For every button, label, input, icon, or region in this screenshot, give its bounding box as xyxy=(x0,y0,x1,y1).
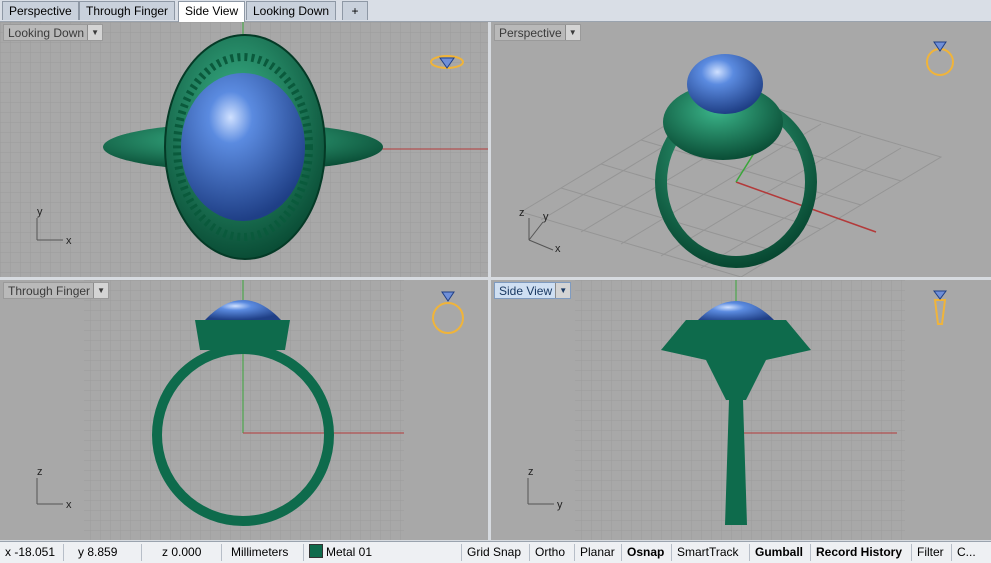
tab-perspective[interactable]: Perspective xyxy=(2,1,79,20)
grid-snap-toggle[interactable]: Grid Snap xyxy=(462,544,530,561)
viewport-canvas[interactable]: z x xyxy=(0,280,488,540)
planar-toggle[interactable]: Planar xyxy=(575,544,622,561)
viewport-side-view[interactable]: z y Side View ▼ xyxy=(491,280,991,540)
viewport-title-side-view[interactable]: Side View ▼ xyxy=(494,282,572,299)
axis-label-x: x xyxy=(66,499,72,511)
dropdown-arrow-icon[interactable]: ▼ xyxy=(564,25,580,40)
layer-color-swatch xyxy=(309,544,323,558)
layer-name: Metal 01 xyxy=(326,545,373,559)
viewport-tab-bar: Perspective Through Finger Side View Loo… xyxy=(0,0,991,22)
axis-label-y: y xyxy=(37,206,43,218)
dropdown-arrow-icon[interactable]: ▼ xyxy=(87,25,103,40)
viewport-canvas[interactable]: z y x xyxy=(491,22,991,277)
gumball-toggle[interactable]: Gumball xyxy=(750,544,811,561)
axis-label-z: z xyxy=(519,207,525,219)
filter-button[interactable]: Filter xyxy=(912,544,952,561)
current-layer[interactable]: Metal 01 xyxy=(304,544,462,561)
axis-label-z: z xyxy=(37,466,43,478)
status-bar: x -18.051 y 8.859 z 0.000 Millimeters Me… xyxy=(0,541,991,563)
tab-through-finger[interactable]: Through Finger xyxy=(79,1,176,20)
viewport-canvas[interactable]: z y xyxy=(491,280,991,540)
smarttrack-toggle[interactable]: SmartTrack xyxy=(672,544,750,561)
axis-label-z: z xyxy=(528,466,534,478)
viewport-title-text: Through Finger xyxy=(8,284,91,298)
viewport-title-perspective[interactable]: Perspective ▼ xyxy=(494,24,581,41)
coord-y: y 8.859 xyxy=(64,544,142,561)
tab-side-view[interactable]: Side View xyxy=(178,1,246,22)
viewport-looking-down[interactable]: y x Looking Down ▼ xyxy=(0,22,488,277)
record-history-toggle[interactable]: Record History xyxy=(811,544,912,561)
axis-label-y: y xyxy=(557,499,563,511)
viewport-title-text: Looking Down xyxy=(8,26,85,40)
viewport-perspective[interactable]: z y x Perspective ▼ xyxy=(491,22,991,277)
axis-label-x: x xyxy=(555,243,561,255)
coord-z: z 0.000 xyxy=(142,544,222,561)
viewport-canvas[interactable]: y x xyxy=(0,22,488,277)
axis-label-x: x xyxy=(66,235,72,247)
coord-x: x -18.051 xyxy=(0,544,64,561)
dropdown-arrow-icon[interactable]: ▼ xyxy=(93,283,109,298)
more-status-button[interactable]: C... xyxy=(952,544,991,561)
viewport-title-text: Side View xyxy=(499,284,553,298)
ortho-toggle[interactable]: Ortho xyxy=(530,544,575,561)
osnap-toggle[interactable]: Osnap xyxy=(622,544,672,561)
viewport-title-text: Perspective xyxy=(499,26,562,40)
viewport-title-looking-down[interactable]: Looking Down ▼ xyxy=(3,24,104,41)
dropdown-arrow-icon[interactable]: ▼ xyxy=(555,283,571,298)
tab-looking-down[interactable]: Looking Down xyxy=(246,1,337,20)
units-display[interactable]: Millimeters xyxy=(222,544,304,561)
axis-label-y: y xyxy=(543,211,549,223)
viewport-title-through-finger[interactable]: Through Finger ▼ xyxy=(3,282,110,299)
viewport-through-finger[interactable]: z x Through Finger ▼ xyxy=(0,280,488,540)
add-tab-button[interactable]: + xyxy=(342,1,368,20)
